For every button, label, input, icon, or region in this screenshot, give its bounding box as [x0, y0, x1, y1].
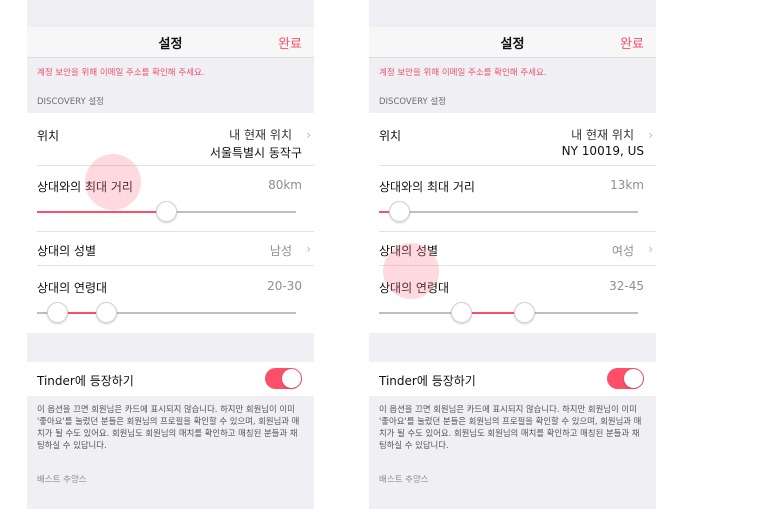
- location-row[interactable]: 위치 내 현재 위치 NY 10019, US ›: [369, 113, 656, 165]
- age-value: 32-45: [609, 279, 644, 293]
- location-city: 서울특별시 동작구: [209, 146, 302, 160]
- chevron-right-icon: ›: [306, 242, 311, 256]
- chevron-right-icon: ›: [306, 128, 311, 142]
- discovery-settings-card: 위치 내 현재 위치 NY 10019, US › 상대와의 최대 거리 13k…: [369, 113, 656, 333]
- chevron-right-icon: ›: [648, 128, 653, 142]
- distance-slider-fill: [37, 211, 167, 213]
- next-section-label: 배스트 추양스: [379, 475, 429, 485]
- touch-indicator: [383, 243, 439, 299]
- settings-screen-right: 설정 완료 계정 보안을 위해 이메일 주소를 확인해 주세요. DISCOVE…: [369, 0, 656, 509]
- location-current: 내 현재 위치: [229, 128, 292, 142]
- chevron-right-icon: ›: [648, 242, 653, 256]
- done-button[interactable]: 완료: [620, 33, 644, 52]
- gender-value: 여성: [611, 244, 634, 258]
- nav-title: 설정: [158, 37, 183, 52]
- age-slider-track[interactable]: [37, 312, 296, 314]
- distance-slider-track[interactable]: [379, 211, 638, 213]
- divider: [37, 165, 314, 166]
- age-slider-track[interactable]: [379, 312, 638, 314]
- email-verify-warning[interactable]: 계정 보안을 위해 이메일 주소를 확인해 주세요.: [379, 66, 547, 78]
- show-me-label: Tinder에 등장하기: [379, 374, 476, 388]
- discovery-section-label: DISCOVERY 설정: [37, 97, 105, 107]
- show-me-toggle[interactable]: [607, 368, 644, 389]
- navigation-bar: 설정 완료: [27, 27, 314, 58]
- location-city: NY 10019, US: [561, 144, 644, 158]
- email-verify-warning[interactable]: 계정 보안을 위해 이메일 주소를 확인해 주세요.: [37, 66, 205, 78]
- age-slider-min-thumb[interactable]: [451, 302, 473, 323]
- divider: [379, 165, 656, 166]
- nav-title: 설정: [500, 37, 525, 52]
- gender-value: 남성: [269, 244, 292, 258]
- show-me-description: 이 옵션을 끄면 회원님은 카드에 표시되지 않습니다. 하지만 회원님이 이미…: [37, 404, 300, 450]
- show-me-toggle[interactable]: [265, 368, 302, 389]
- distance-slider-thumb[interactable]: [389, 201, 411, 222]
- done-button[interactable]: 완료: [278, 33, 302, 52]
- show-me-row: Tinder에 등장하기: [369, 362, 656, 396]
- distance-slider-thumb[interactable]: [156, 201, 177, 222]
- next-section-label: 배스트 추양스: [37, 475, 87, 485]
- location-row[interactable]: 위치 내 현재 위치 서울특별시 동작구 ›: [27, 113, 314, 165]
- settings-screen-left: 설정 완료 계정 보안을 위해 이메일 주소를 확인해 주세요. DISCOVE…: [27, 0, 314, 509]
- gender-row[interactable]: 상대의 성별 남성 ›: [27, 232, 314, 265]
- discovery-section-label: DISCOVERY 설정: [379, 97, 447, 107]
- age-label: 상대의 연령대: [37, 281, 108, 295]
- age-value: 20-30: [267, 279, 302, 293]
- location-current: 내 현재 위치: [571, 128, 634, 142]
- navigation-bar: 설정 완료: [369, 27, 656, 58]
- age-slider-max-thumb[interactable]: [513, 302, 535, 323]
- show-me-description: 이 옵션을 끄면 회원님은 카드에 표시되지 않습니다. 하지만 회원님이 이미…: [379, 404, 642, 450]
- location-label: 위치: [37, 129, 60, 143]
- toggle-knob: [282, 369, 301, 388]
- gender-label: 상대의 성별: [37, 244, 97, 258]
- location-label: 위치: [379, 129, 402, 143]
- age-slider-max-thumb[interactable]: [96, 302, 118, 323]
- age-slider-min-thumb[interactable]: [47, 302, 69, 323]
- distance-value: 13km: [610, 178, 644, 192]
- toggle-knob: [624, 369, 643, 388]
- show-me-row: Tinder에 등장하기: [27, 362, 314, 396]
- distance-label: 상대와의 최대 거리: [379, 180, 475, 194]
- divider: [37, 265, 314, 266]
- distance-value: 80km: [268, 178, 302, 192]
- discovery-settings-card: 위치 내 현재 위치 서울특별시 동작구 › 상대와의 최대 거리 80km 상…: [27, 113, 314, 333]
- touch-indicator: [85, 154, 141, 210]
- show-me-label: Tinder에 등장하기: [37, 374, 134, 388]
